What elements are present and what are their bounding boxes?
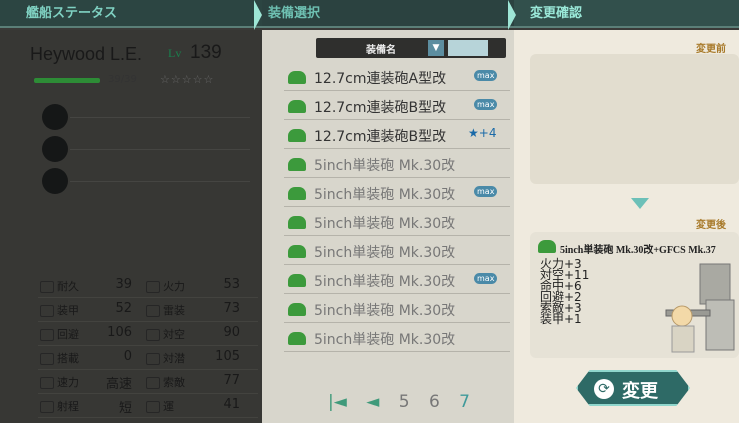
before-label: 変更前 (696, 44, 726, 55)
equipment-row[interactable]: 12.7cm連装砲B型改 max (284, 93, 510, 120)
equipment-name: 5inch単装砲 Mk.30改 (314, 303, 456, 319)
page-7[interactable]: 7 (459, 392, 470, 412)
equipment-name: 12.7cm連装砲B型改 (314, 129, 447, 145)
equipment-name: 5inch単装砲 Mk.30改 (314, 216, 456, 232)
header-change-confirm-label: 変更確認 (530, 6, 583, 21)
equipment-name: 5inch単装砲 Mk.30改 (314, 332, 456, 348)
equipment-row[interactable]: 5inch単装砲 Mk.30改 (284, 238, 510, 265)
main-gun-icon (288, 129, 306, 142)
max-badge: max (474, 99, 498, 110)
main-gun-icon (288, 187, 306, 200)
equipment-row[interactable]: 12.7cm連装砲B型改 ★+4 (284, 122, 510, 149)
equipment-row[interactable]: 5inch単装砲 Mk.30改 (284, 296, 510, 323)
pager: |◄ ◄ 5 6 7 (328, 392, 484, 412)
equipment-row[interactable]: 5inch単装砲 Mk.30改 (284, 325, 510, 352)
equipment-row[interactable]: 5inch単装砲 Mk.30改 (284, 209, 510, 236)
prev-page-icon[interactable]: ◄ (366, 392, 379, 412)
equipment-row[interactable]: 5inch単装砲 Mk.30改 max (284, 180, 510, 207)
equipment-name: 5inch単装砲 Mk.30改 (314, 158, 456, 174)
arrow-down-icon (631, 198, 649, 209)
page-5[interactable]: 5 (399, 392, 410, 412)
main-gun-icon (288, 71, 306, 84)
equipment-name: 5inch単装砲 Mk.30改 (314, 245, 456, 261)
improvement-badge: ★+4 (468, 126, 497, 140)
change-button[interactable]: ⟳ 変更 (576, 370, 690, 406)
main-gun-icon (538, 240, 556, 253)
filter-icon[interactable] (448, 40, 488, 56)
change-button-label: 変更 (622, 381, 658, 401)
main-gun-icon (288, 303, 306, 316)
equipment-name: 5inch単装砲 Mk.30改 (314, 274, 456, 290)
after-label: 変更後 (696, 220, 726, 231)
main-gun-icon (288, 158, 306, 171)
chevron-right-icon (508, 0, 516, 30)
equipment-name: 12.7cm連装砲A型改 (314, 71, 447, 87)
header-equip-select: 装備選択 (262, 0, 514, 28)
gun-illustration-icon (665, 263, 735, 353)
max-badge: max (474, 70, 498, 81)
main-gun-icon (288, 216, 306, 229)
change-confirm-panel: 変更前 変更後 5inch単装砲 Mk.30改+GFCS Mk.37 火力+3 対… (514, 30, 739, 423)
main-gun-icon (288, 274, 306, 287)
ship-status-panel: Heywood L.E. Lv 139 39/39 ☆☆☆☆☆ 耐久 39 火力 53… (0, 30, 262, 423)
dim-overlay (0, 30, 262, 423)
first-page-icon[interactable]: |◄ (328, 392, 347, 412)
chevron-down-icon[interactable]: ▼ (428, 40, 444, 56)
equipment-row[interactable]: 12.7cm連装砲A型改 max (284, 64, 510, 91)
bonus-list: 火力+3 対空+11 命中+6 回避+2 索敵+3 装甲+1 (540, 258, 589, 326)
header-change-confirm: 変更確認 (514, 0, 739, 28)
equipment-list-panel: 装備名 ▼ 12.7cm連装砲A型改 max 12.7cm連装砲B型改 max 12.7… (262, 30, 514, 423)
max-badge: max (474, 186, 498, 197)
main-gun-icon (288, 100, 306, 113)
sort-bar[interactable]: 装備名 ▼ (316, 38, 506, 58)
page-6[interactable]: 6 (429, 392, 440, 412)
equipment-row[interactable]: 5inch単装砲 Mk.30改 max (284, 267, 510, 294)
equipment-name: 12.7cm連装砲B型改 (314, 100, 447, 116)
header-equip-select-label: 装備選択 (268, 6, 321, 21)
bonus-item: 装甲+1 (540, 312, 582, 326)
before-box (530, 54, 739, 184)
header-ship-status: 艦船ステータス (0, 0, 262, 28)
header-ship-status-label: 艦船ステータス (26, 6, 118, 21)
chevron-right-icon (254, 0, 262, 30)
equipment-row[interactable]: 5inch単装砲 Mk.30改 (284, 151, 510, 178)
main-gun-icon (288, 332, 306, 345)
equipment-name: 5inch単装砲 Mk.30改 (314, 187, 456, 203)
main-gun-icon (288, 245, 306, 258)
sort-label: 装備名 (366, 45, 396, 56)
max-badge: max (474, 273, 498, 284)
after-box: 5inch単装砲 Mk.30改+GFCS Mk.37 火力+3 対空+11 命中+6… (530, 232, 739, 358)
refresh-icon: ⟳ (594, 379, 614, 399)
